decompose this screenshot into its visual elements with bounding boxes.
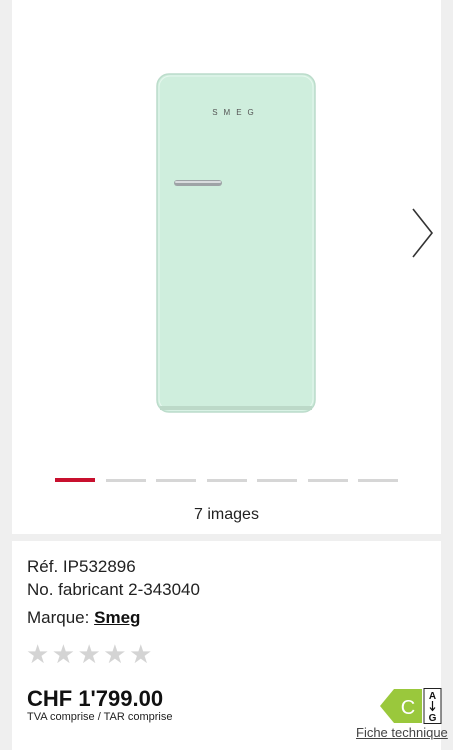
star-icon: ★ [77,639,101,669]
vat-note: TVA comprise / TAR comprise [27,711,173,723]
energy-scale-bottom: G [429,713,437,724]
energy-scale-top: A [429,691,436,702]
energy-class: C [401,697,415,719]
datasheet-link[interactable]: Fiche technique [356,725,448,740]
indicator-1[interactable] [55,478,95,482]
star-icon: ★ [129,639,153,669]
indicator-7[interactable] [358,479,398,482]
reference-row: Réf. IP532896 [27,557,136,577]
brand-row: Marque: Smeg [27,608,140,628]
ref-value: IP532896 [62,557,136,576]
manufacturer-row: No. fabricant 2-343040 [27,580,200,600]
product-image[interactable]: SMEG [122,70,352,420]
image-gallery[interactable]: SMEG 7 images [12,0,441,534]
product-info: Réf. IP532896 No. fabricant 2-343040 Mar… [12,541,448,750]
indicator-3[interactable] [156,479,196,482]
indicator-4[interactable] [207,479,247,482]
brand-link[interactable]: Smeg [94,608,140,627]
rating-stars[interactable]: ★ ★ ★ ★ ★ [26,639,153,669]
ref-label: Réf. [27,557,59,576]
manufacturer-label: No. fabricant [27,580,124,599]
brand-label: Marque: [27,608,90,627]
star-icon: ★ [103,639,127,669]
indicator-6[interactable] [308,479,348,482]
manufacturer-value: 2-343040 [128,580,200,599]
image-count: 7 images [194,506,259,523]
star-icon: ★ [26,639,50,669]
brand-logo: SMEG [212,108,260,117]
indicator-5[interactable] [257,479,297,482]
price: CHF 1'799.00 [27,686,164,711]
indicator-2[interactable] [106,479,146,482]
star-icon: ★ [51,639,76,669]
gallery-indicators [55,478,415,483]
energy-label-icon[interactable]: C A G [380,688,442,724]
next-image-arrow[interactable] [410,207,436,259]
